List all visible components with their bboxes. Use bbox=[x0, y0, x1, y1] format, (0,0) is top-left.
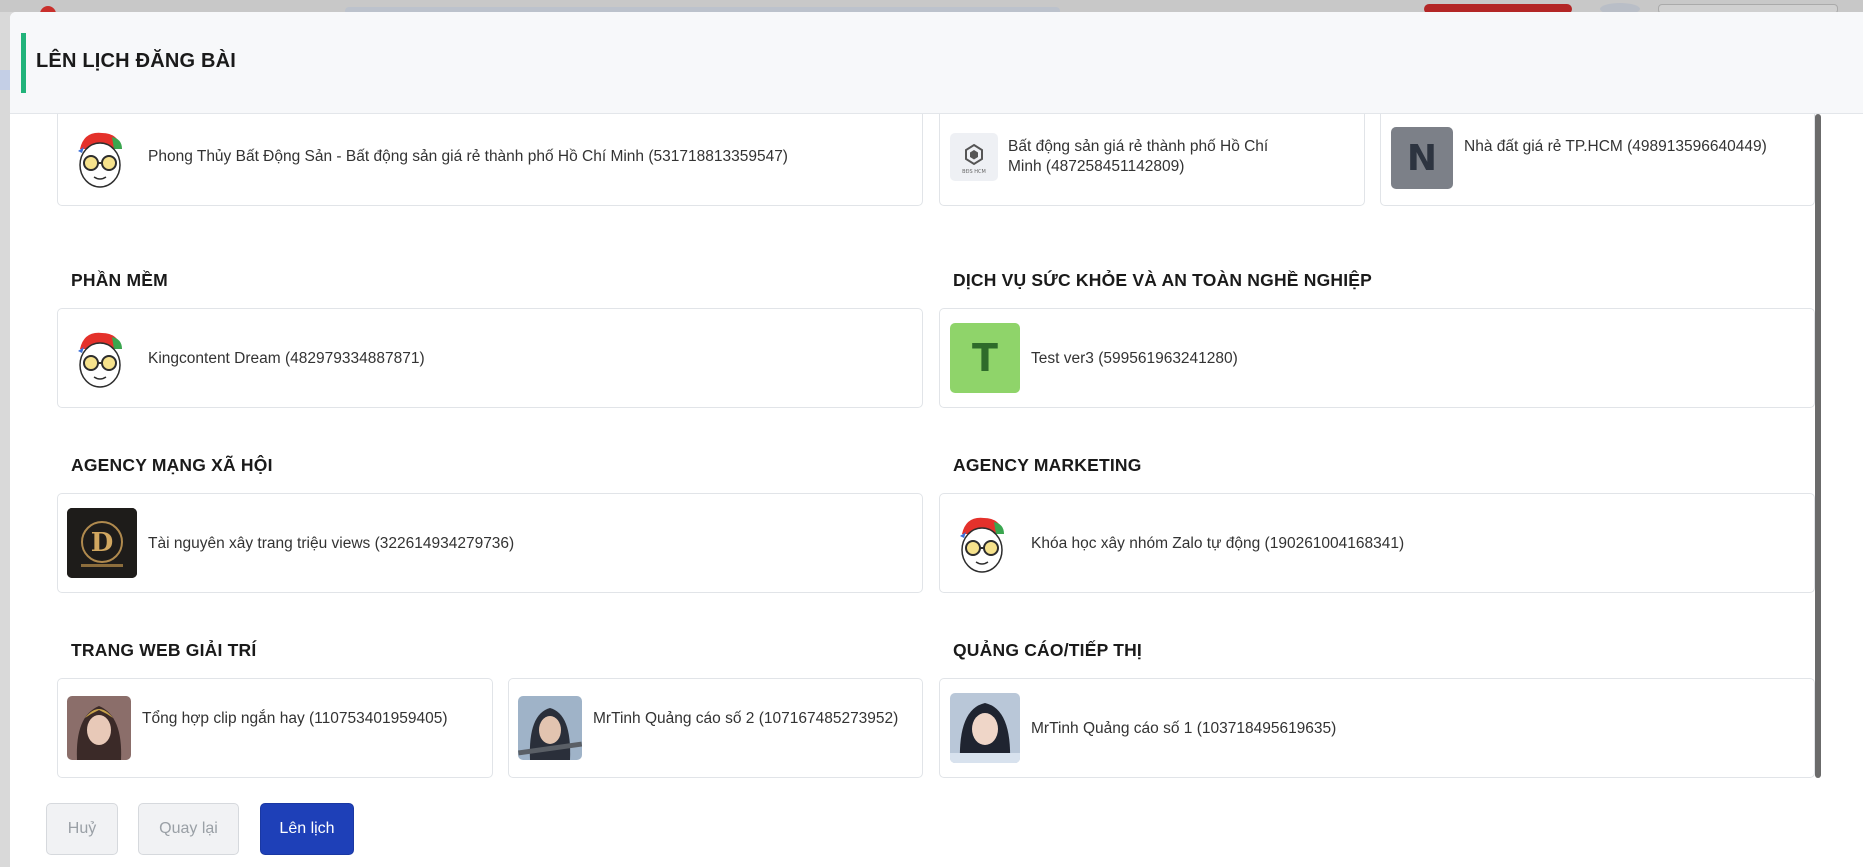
letter-avatar-icon: T bbox=[950, 323, 1020, 393]
page-card[interactable]: D Tài nguyên xây trang triệu views (3226… bbox=[57, 493, 923, 593]
page-name: Tổng hợp clip ngắn hay (110753401959405) bbox=[142, 710, 448, 727]
page-card[interactable]: MrTinh Quảng cáo số 2 (107167485273952) bbox=[508, 678, 923, 778]
page-card[interactable]: Kingcontent Dream (482979334887871) bbox=[57, 308, 923, 408]
section-title: DỊCH VỤ SỨC KHỎE VÀ AN TOÀN NGHỀ NGHIỆP bbox=[953, 270, 1373, 290]
modal-header: LÊN LỊCH ĐĂNG BÀI bbox=[10, 12, 1863, 114]
svg-text:BĐS HCM: BĐS HCM bbox=[962, 169, 986, 175]
section-title: TRANG WEB GIẢI TRÍ bbox=[71, 640, 257, 660]
page-card[interactable]: MrTinh Quảng cáo số 1 (103718495619635) bbox=[939, 678, 1815, 778]
mascot-avatar-icon bbox=[954, 512, 1010, 576]
section-title: AGENCY MẠNG XÃ HỘI bbox=[71, 455, 273, 475]
svg-text:D: D bbox=[91, 528, 114, 558]
page-name: Nhà đất giá rẻ TP.HCM (498913596640449) bbox=[1464, 138, 1767, 155]
schedule-post-modal: LÊN LỊCH ĐĂNG BÀI Phong Thủy Bất Động Sả… bbox=[10, 12, 1863, 867]
mascot-avatar-icon bbox=[72, 127, 128, 191]
page-list-content: Phong Thủy Bất Động Sản - Bất động sản g… bbox=[10, 114, 1863, 778]
modal-footer: Huỷ Quay lại Lên lịch bbox=[10, 778, 1863, 867]
scrollbar[interactable] bbox=[1815, 114, 1821, 778]
mascot-avatar-icon bbox=[72, 327, 128, 391]
letter-avatar-icon: N bbox=[1391, 127, 1453, 189]
back-button[interactable]: Quay lại bbox=[138, 803, 239, 855]
schedule-button[interactable]: Lên lịch bbox=[260, 803, 354, 855]
portrait-avatar-icon bbox=[950, 693, 1020, 763]
section-title: PHẦN MỀM bbox=[71, 270, 168, 290]
portrait-avatar-icon bbox=[518, 696, 582, 760]
page-card[interactable]: BĐS HCM Bất động sản giá rẻ thành phố Hồ… bbox=[939, 114, 1365, 206]
cancel-button[interactable]: Huỷ bbox=[46, 803, 118, 855]
page-name: Khóa học xây nhóm Zalo tự động (19026100… bbox=[1031, 535, 1405, 552]
page-name: Phong Thủy Bất Động Sản - Bất động sản g… bbox=[148, 148, 788, 165]
section-title: AGENCY MARKETING bbox=[953, 455, 1142, 475]
page-card[interactable]: N Nhà đất giá rẻ TP.HCM (498913596640449… bbox=[1380, 114, 1815, 206]
logo-avatar-icon: BĐS HCM bbox=[950, 133, 998, 181]
page-card[interactable]: T Test ver3 (599561963241280) bbox=[939, 308, 1815, 408]
modal-title: LÊN LỊCH ĐĂNG BÀI bbox=[36, 50, 237, 72]
page-name: Test ver3 (599561963241280) bbox=[1031, 350, 1238, 367]
section-title: QUẢNG CÁO/TIẾP THỊ bbox=[953, 640, 1142, 660]
page-name: MrTinh Quảng cáo số 1 (103718495619635) bbox=[1031, 720, 1337, 737]
page-name: Kingcontent Dream (482979334887871) bbox=[148, 350, 425, 367]
page-name: Tài nguyên xây trang triệu views (322614… bbox=[148, 535, 515, 552]
d-logo-avatar-icon: D bbox=[67, 508, 137, 578]
background-sidebar-edge bbox=[0, 70, 10, 90]
page-card[interactable]: Khóa học xây nhóm Zalo tự động (19026100… bbox=[939, 493, 1815, 593]
page-name: MrTinh Quảng cáo số 2 (107167485273952) bbox=[593, 710, 899, 727]
page-name: Bất động sản giá rẻ thành phố Hồ Chí Min… bbox=[1008, 138, 1269, 175]
page-card[interactable]: Phong Thủy Bất Động Sản - Bất động sản g… bbox=[57, 114, 923, 206]
portrait-avatar-icon bbox=[67, 696, 131, 760]
header-accent-bar bbox=[21, 33, 26, 93]
page-card[interactable]: Tổng hợp clip ngắn hay (110753401959405) bbox=[57, 678, 493, 778]
